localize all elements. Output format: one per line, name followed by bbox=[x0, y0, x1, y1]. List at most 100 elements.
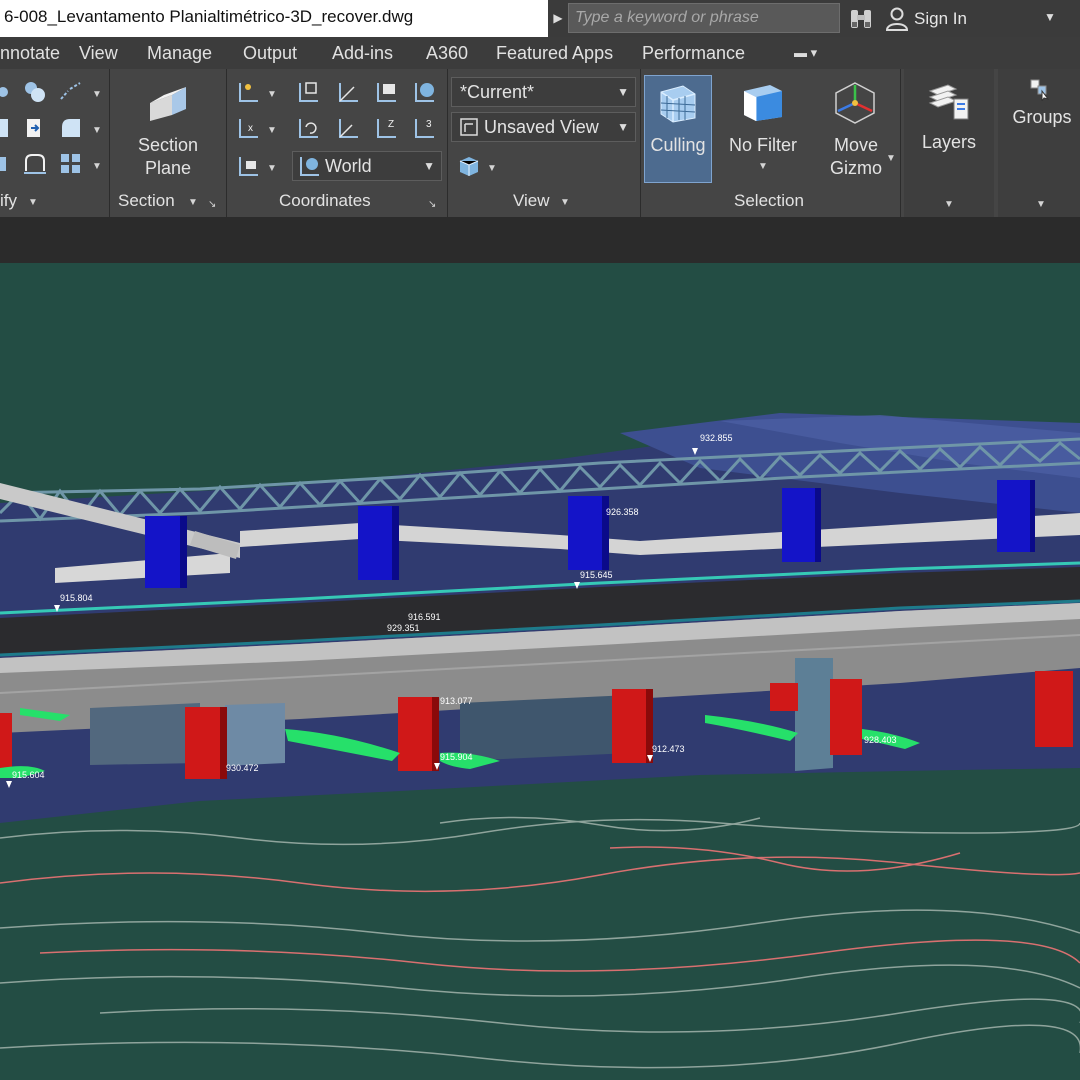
groups-panel[interactable]: Groups ▼ bbox=[998, 69, 1080, 217]
ribbon-options-icon[interactable]: ▬ ▾ bbox=[794, 45, 817, 61]
offset-icon[interactable] bbox=[22, 151, 48, 177]
search-input[interactable] bbox=[569, 4, 839, 32]
move-gizmo-label-2[interactable]: Gizmo bbox=[818, 157, 894, 180]
ucs-icon-display-icon[interactable] bbox=[236, 153, 262, 179]
grid-array-icon[interactable] bbox=[58, 151, 84, 177]
tab-output[interactable]: Output bbox=[243, 43, 297, 64]
elevation-label: 913.077 bbox=[440, 696, 473, 706]
dialog-launcher-icon[interactable]: ↘ bbox=[428, 199, 436, 210]
tab-a360[interactable]: A360 bbox=[426, 43, 468, 64]
document-title: 6-008_Levantamento Planialtimétrico-3D_r… bbox=[4, 7, 414, 26]
ucs-dropdown[interactable]: World ▼ bbox=[292, 151, 442, 181]
chevron-down-icon: ▼ bbox=[617, 120, 629, 134]
ucs-world-icon[interactable] bbox=[336, 79, 362, 105]
panel-divider bbox=[447, 69, 448, 217]
elevation-label: 928.403 bbox=[864, 735, 897, 745]
coordinates-panel-label[interactable]: Coordinates bbox=[279, 191, 371, 211]
visual-style-value: *Current* bbox=[460, 82, 535, 102]
drawing-viewport[interactable]: 932.855 915.645 926.358 915.804 916.591 … bbox=[0, 263, 1080, 1080]
no-filter-label[interactable]: No Filter bbox=[722, 134, 804, 157]
chevron-down-icon[interactable]: ▼ bbox=[28, 197, 38, 208]
elevation-label: 915.804 bbox=[60, 593, 93, 603]
elevation-label: 926.358 bbox=[606, 507, 639, 517]
search-expand-arrow[interactable]: ▶ bbox=[548, 0, 568, 37]
chevron-down-icon[interactable]: ▼ bbox=[886, 153, 896, 164]
layers-panel[interactable]: Layers ▼ bbox=[904, 69, 994, 217]
elevation-label: 932.855 bbox=[700, 433, 733, 443]
tab-view[interactable]: View bbox=[79, 43, 118, 64]
fillet-icon[interactable] bbox=[58, 79, 84, 105]
viewcube-icon[interactable] bbox=[456, 153, 482, 179]
selection-panel-label[interactable]: Selection bbox=[734, 191, 804, 211]
groups-icon bbox=[1030, 79, 1050, 101]
section-panel-label[interactable]: Section bbox=[118, 191, 175, 211]
tab-performance[interactable]: Performance bbox=[642, 43, 745, 64]
chevron-down-icon[interactable]: ▼ bbox=[92, 125, 102, 136]
move-gizmo-label[interactable]: Move bbox=[818, 134, 894, 157]
ucs-3point-icon[interactable]: 3 bbox=[412, 115, 438, 141]
tab-manage[interactable]: Manage bbox=[147, 43, 212, 64]
view-icon bbox=[460, 118, 478, 136]
culling-icon bbox=[660, 85, 696, 123]
section-plane-icon[interactable] bbox=[146, 81, 192, 127]
title-bar: 6-008_Levantamento Planialtimétrico-3D_r… bbox=[0, 0, 1080, 37]
chevron-down-icon: ▼ bbox=[423, 159, 435, 173]
move-gizmo-icon[interactable] bbox=[830, 79, 880, 127]
section-plane-label-2[interactable]: Plane bbox=[118, 157, 218, 180]
tab-featured-apps[interactable]: Featured Apps bbox=[496, 43, 613, 64]
no-filter-icon[interactable] bbox=[738, 79, 788, 125]
view-panel-label[interactable]: View bbox=[513, 191, 550, 211]
elevation-label: 915.904 bbox=[440, 752, 473, 762]
panel-divider bbox=[640, 69, 641, 217]
tab-add-ins[interactable]: Add-ins bbox=[332, 43, 393, 64]
sign-in-button[interactable]: Sign In bbox=[886, 5, 967, 33]
ucs-previous-icon[interactable] bbox=[296, 115, 322, 141]
chevron-down-icon[interactable]: ▼ bbox=[1044, 10, 1056, 24]
chevron-down-icon[interactable]: ▼ bbox=[92, 161, 102, 172]
chevron-down-icon: ▼ bbox=[617, 85, 629, 99]
ucs-x-icon[interactable]: x bbox=[236, 115, 262, 141]
chevron-down-icon[interactable]: ▼ bbox=[267, 163, 277, 174]
panel-divider bbox=[900, 69, 901, 217]
dialog-launcher-icon[interactable]: ↘ bbox=[208, 199, 216, 210]
chevron-down-icon[interactable]: ▼ bbox=[758, 161, 768, 172]
chevron-down-icon[interactable]: ▼ bbox=[944, 199, 954, 210]
ucs-z-icon[interactable]: Z bbox=[374, 115, 400, 141]
ucs-dropdown-value: World bbox=[325, 156, 372, 176]
tab-annotate[interactable]: nnotate bbox=[0, 43, 60, 64]
stretch-icon[interactable] bbox=[0, 115, 16, 141]
visual-style-dropdown[interactable]: *Current* ▼ bbox=[451, 77, 636, 107]
named-view-dropdown[interactable]: Unsaved View ▼ bbox=[451, 112, 636, 142]
section-plane-label[interactable]: Section bbox=[118, 134, 218, 157]
copy-circles-icon[interactable] bbox=[22, 79, 48, 105]
svg-text:x: x bbox=[248, 123, 253, 134]
chevron-down-icon[interactable]: ▼ bbox=[267, 125, 277, 136]
svg-text:3: 3 bbox=[426, 119, 432, 130]
culling-label: Culling bbox=[650, 135, 706, 155]
layers-icon bbox=[928, 84, 969, 120]
panel-divider bbox=[109, 69, 110, 217]
title-area: 6-008_Levantamento Planialtimétrico-3D_r… bbox=[0, 0, 548, 37]
ucs-view-icon[interactable] bbox=[296, 79, 322, 105]
ucs-icon[interactable] bbox=[236, 79, 262, 105]
move-icon[interactable] bbox=[0, 79, 16, 105]
ucs-origin-icon[interactable] bbox=[336, 115, 362, 141]
mirror-icon[interactable] bbox=[22, 115, 48, 141]
chevron-down-icon[interactable]: ▼ bbox=[267, 89, 277, 100]
modify-panel-label[interactable]: ify bbox=[0, 191, 17, 211]
ucs-face-icon[interactable] bbox=[374, 79, 400, 105]
ribbon-tabs: nnotate View Manage Output Add-ins A360 … bbox=[0, 37, 1080, 69]
chevron-down-icon[interactable]: ▼ bbox=[1036, 199, 1046, 210]
chevron-down-icon[interactable]: ▼ bbox=[188, 197, 198, 208]
chevron-down-icon[interactable]: ▼ bbox=[92, 89, 102, 100]
ucs-globe-icon[interactable] bbox=[412, 79, 438, 105]
chevron-down-icon[interactable]: ▼ bbox=[560, 197, 570, 208]
chamfer-icon[interactable] bbox=[58, 115, 84, 141]
binoculars-icon[interactable] bbox=[848, 6, 874, 32]
search-box[interactable] bbox=[568, 3, 840, 33]
culling-button[interactable]: Culling bbox=[644, 75, 712, 183]
svg-text:Z: Z bbox=[388, 119, 394, 130]
chevron-down-icon[interactable]: ▼ bbox=[487, 163, 497, 174]
panel-divider bbox=[226, 69, 227, 217]
array-icon[interactable] bbox=[0, 151, 16, 177]
